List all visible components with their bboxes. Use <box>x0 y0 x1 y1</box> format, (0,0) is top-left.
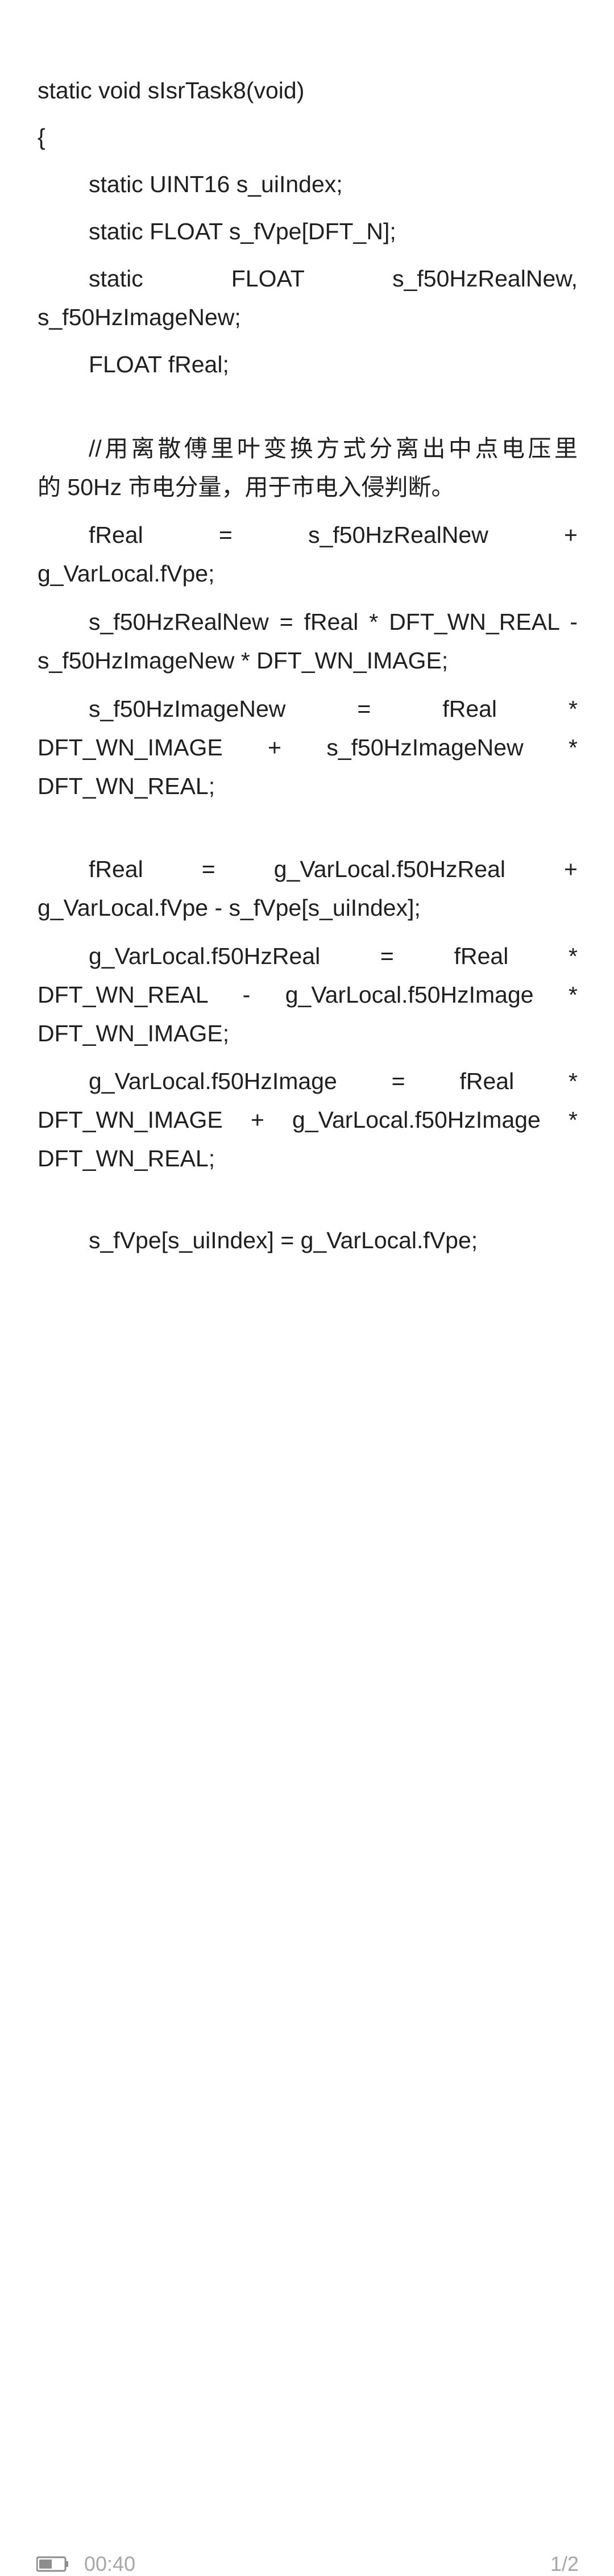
code-text: DFT_WN_IMAGE + g_VarLocal.f50HzImage * <box>38 1107 578 1133</box>
comment-text: 的 50Hz 市电分量，用于市电入侵判断。 <box>38 474 455 500</box>
code-text: fReal = s_f50HzRealNew + <box>89 522 578 548</box>
code-line-freal-assign: fReal = s_f50HzRealNew + g_VarLocal.fVpe… <box>38 516 578 593</box>
code-line-freal-varlocal: fReal = g_VarLocal.f50HzReal + g_VarLoca… <box>38 850 578 927</box>
code-line-function-signature: static void sIsrTask8(void) <box>38 71 578 110</box>
code-text: s_f50HzImageNew = fReal * <box>89 696 578 722</box>
code-text: DFT_WN_REAL; <box>38 1145 215 1171</box>
code-line-static-uiindex: static UINT16 s_uiIndex; <box>38 165 578 203</box>
code-text: g_VarLocal.fVpe - s_fVpe[s_uiIndex]; <box>38 895 421 921</box>
code-line-realnew-assign: s_f50HzRealNew = fReal * DFT_WN_REAL - s… <box>38 603 578 680</box>
code-text: s_f50HzImageNew * DFT_WN_IMAGE; <box>38 647 449 674</box>
code-text: s_fVpe[s_uiIndex] = g_VarLocal.fVpe; <box>89 1227 478 1253</box>
code-line-static-fvpe: static FLOAT s_fVpe[DFT_N]; <box>38 212 578 251</box>
code-text: g_VarLocal.f50HzReal = fReal * <box>89 943 578 969</box>
code-text: s_f50HzImageNew; <box>38 304 241 330</box>
code-line-float-freal: FLOAT fReal; <box>38 345 578 384</box>
code-text: g_VarLocal.f50HzImage = fReal * <box>89 1068 578 1094</box>
page-indicator: 1/2 <box>550 2552 579 2575</box>
code-text: static void sIsrTask8(void) <box>38 77 305 103</box>
code-text: static UINT16 s_uiIndex; <box>89 171 343 197</box>
code-line-imagenew-assign: s_f50HzImageNew = fReal * DFT_WN_IMAGE +… <box>38 689 578 805</box>
code-line-f50hzreal-assign: g_VarLocal.f50HzReal = fReal * DFT_WN_RE… <box>38 937 578 1053</box>
comment-text: //用离散傅里叶变换方式分离出中点电压里 <box>89 435 578 462</box>
code-text: s_f50HzRealNew = fReal * DFT_WN_REAL - <box>89 609 578 635</box>
code-text: g_VarLocal.fVpe; <box>38 560 215 587</box>
code-text: static FLOAT s_fVpe[DFT_N]; <box>89 218 396 244</box>
code-line-static-float-new: static FLOAT s_f50HzRealNew, s_f50HzImag… <box>38 259 578 336</box>
document-page: static void sIsrTask8(void) { static UIN… <box>0 0 614 1273</box>
reader-status-bar: 00:40 1/2 <box>0 1273 614 2575</box>
battery-icon <box>36 2556 69 2573</box>
code-text: DFT_WN_IMAGE; <box>38 1020 230 1046</box>
code-line-f50hzimage-assign: g_VarLocal.f50HzImage = fReal * DFT_WN_I… <box>38 1062 578 1178</box>
code-text: DFT_WN_REAL; <box>38 773 215 799</box>
code-text: static FLOAT s_f50HzRealNew, <box>89 265 578 292</box>
code-text: fReal = g_VarLocal.f50HzReal + <box>89 856 578 882</box>
code-comment: //用离散傅里叶变换方式分离出中点电压里 的 50Hz 市电分量，用于市电入侵判… <box>38 429 578 506</box>
code-line-fvpe-store: s_fVpe[s_uiIndex] = g_VarLocal.fVpe; <box>38 1221 578 1260</box>
clock-time: 00:40 <box>84 2552 136 2575</box>
code-line-open-brace: { <box>38 118 578 156</box>
code-text: DFT_WN_REAL - g_VarLocal.f50HzImage * <box>38 982 578 1008</box>
code-text: DFT_WN_IMAGE + s_f50HzImageNew * <box>38 734 578 761</box>
code-text: { <box>38 124 45 150</box>
code-text: FLOAT fReal; <box>89 351 229 377</box>
